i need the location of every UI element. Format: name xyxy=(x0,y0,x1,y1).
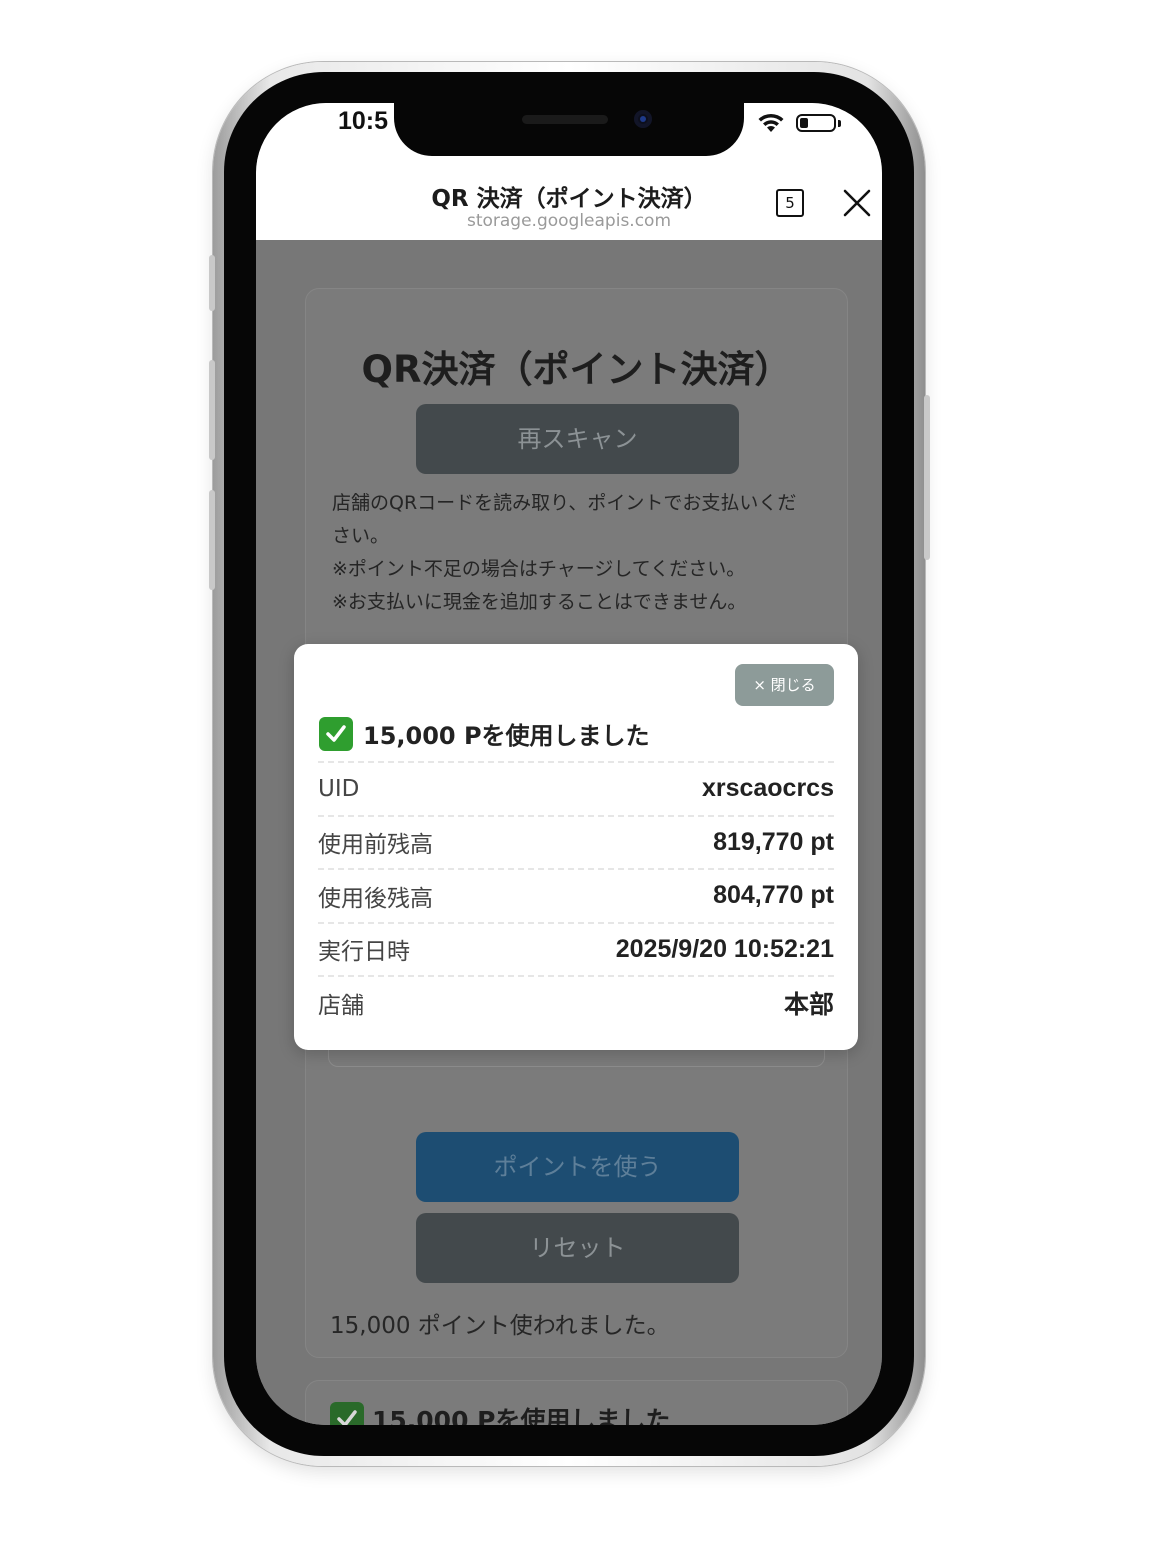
tabs-icon[interactable]: 5 xyxy=(776,189,804,217)
check-mark-icon xyxy=(319,716,353,751)
detail-row-datetime: 実行日時 2025/9/20 10:52:21 xyxy=(318,921,834,976)
volume-down-button xyxy=(209,490,215,590)
modal-title-text: 15,000 Pを使用しました xyxy=(363,722,650,750)
description-line: ※お支払いに現金を追加することはできません。 xyxy=(332,591,747,613)
browser-header: QR 決済（ポイント決済） storage.googleapis.com 5 xyxy=(256,165,882,240)
detail-row-store: 店舗 本部 xyxy=(318,975,834,1029)
notch xyxy=(394,103,744,156)
modal-title: 15,000 Pを使用しました xyxy=(319,716,650,751)
close-icon[interactable] xyxy=(841,187,873,219)
result-modal: × 閉じる 15,000 Pを使用しました UID xrscaocrcs 使用前… xyxy=(294,644,858,1050)
detail-label: 店舗 xyxy=(318,992,364,1019)
detail-row-uid: UID xrscaocrcs xyxy=(318,761,834,815)
detail-row-balance-after: 使用後残高 804,770 pt xyxy=(318,868,834,922)
wifi-icon xyxy=(758,113,784,132)
use-points-button[interactable]: ポイントを使う xyxy=(416,1132,739,1202)
battery-icon xyxy=(796,114,836,132)
page-title: QR決済（ポイント決済） xyxy=(361,348,792,391)
detail-label: 使用後残高 xyxy=(318,885,433,912)
power-button xyxy=(924,395,930,560)
detail-label: 実行日時 xyxy=(318,939,410,966)
detail-value: 本部 xyxy=(783,990,834,1019)
description: 店舗のQRコードを読み取り、ポイントでお支払いくだ さい。 ※ポイント不足の場合… xyxy=(332,487,827,619)
detail-label: UID xyxy=(318,775,360,802)
used-message: 15,000 ポイント使われました。 xyxy=(330,1313,670,1339)
battery-tip xyxy=(838,120,841,127)
result-details: UID xrscaocrcs 使用前残高 819,770 pt 使用後残高 80… xyxy=(318,761,834,1029)
detail-value: 819,770 pt xyxy=(713,827,834,856)
description-line: ※ポイント不足の場合はチャージしてください。 xyxy=(332,558,746,580)
status-icons xyxy=(756,109,846,135)
rescan-button[interactable]: 再スキャン xyxy=(416,404,739,474)
earpiece-speaker xyxy=(522,115,608,124)
front-camera xyxy=(634,110,652,128)
reset-button[interactable]: リセット xyxy=(416,1213,739,1283)
history-card: 15,000 Pを使用しました xyxy=(305,1380,848,1425)
history-title-text: 15,000 Pを使用しました xyxy=(372,1406,671,1425)
detail-value: xrscaocrcs xyxy=(701,774,834,803)
detail-value: 2025/9/20 10:52:21 xyxy=(615,934,834,963)
status-bar: 10:5 xyxy=(256,103,882,165)
check-mark-icon xyxy=(330,1402,364,1425)
detail-row-balance-before: 使用前残高 819,770 pt xyxy=(318,814,834,869)
volume-up-button xyxy=(209,360,215,460)
status-time: 10:5 xyxy=(338,107,389,135)
mute-switch xyxy=(209,255,215,311)
history-title: 15,000 Pを使用しました xyxy=(330,1401,671,1425)
modal-close-button[interactable]: × 閉じる xyxy=(735,664,834,706)
detail-value: 804,770 pt xyxy=(713,881,834,910)
description-line: 店舗のQRコードを読み取り、ポイントでお支払いくだ xyxy=(332,492,797,514)
description-line: さい。 xyxy=(332,525,390,547)
battery-level xyxy=(800,118,808,128)
detail-label: 使用前残高 xyxy=(318,832,433,859)
